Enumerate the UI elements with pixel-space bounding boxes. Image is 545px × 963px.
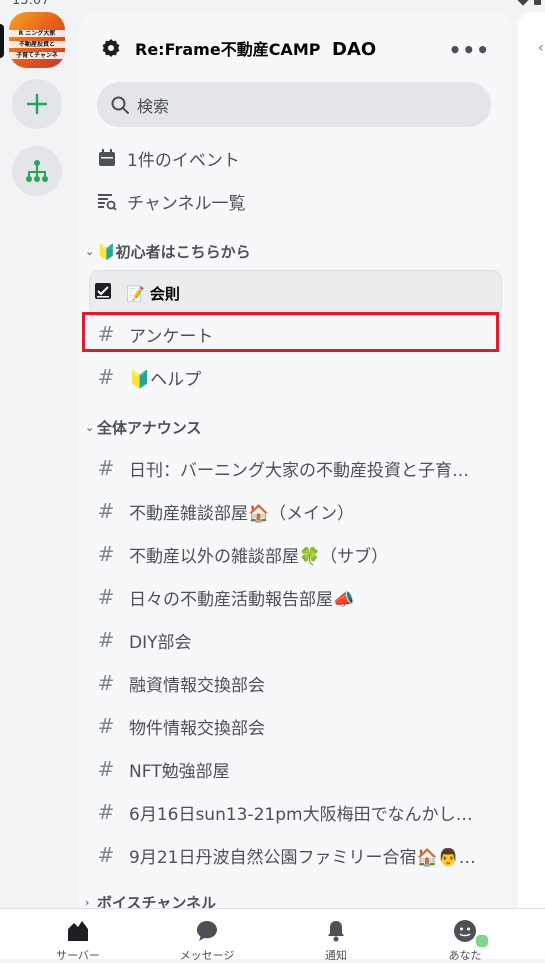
tab-label: メッセージ	[179, 949, 235, 962]
category-header[interactable]: › ボイスチャンネル	[85, 889, 217, 909]
hash-icon: #	[97, 499, 115, 523]
hierarchy-icon	[26, 160, 48, 182]
server-name-suffix: DAO	[332, 39, 377, 60]
server-avatar-text-3: 子育てチャンネ	[16, 52, 58, 59]
channel-item[interactable]: # NFT勉強部屋	[93, 749, 497, 789]
channel-list-label: チャンネル一覧	[127, 193, 246, 214]
channel-label: NFT勉強部屋	[129, 761, 230, 782]
events-label: 1件のイベント	[127, 150, 240, 171]
channel-label: 日刊：バーニング大家の不動産投資と子育…	[129, 460, 469, 481]
channel-item-help[interactable]: # 🔰ヘルプ	[93, 357, 497, 397]
channel-item[interactable]: # 日刊：バーニング大家の不動産投資と子育…	[93, 448, 497, 488]
chevron-down-icon: ⌄	[85, 420, 95, 434]
server-icon	[68, 921, 88, 941]
server-rail: R ニング大家 不動産投資と 子育てチャンネ	[0, 0, 76, 908]
server-avatar-text-2: 不動産投資と	[18, 41, 55, 48]
channel-label: 6月16日sun13-21pm大阪梅田でなんかしよ！	[129, 804, 489, 825]
category-label: 全体アナウンス	[97, 418, 202, 437]
server-header[interactable]: Re:Frame不動産CAMP DAO •••	[79, 12, 512, 82]
hash-icon: #	[97, 542, 115, 566]
signal-icon	[517, 0, 529, 6]
hash-icon: #	[97, 585, 115, 609]
tab-label: 通知	[325, 949, 347, 962]
channel-item[interactable]: # 日々の不動産活動報告部屋📣	[93, 577, 497, 617]
chat-peek-panel[interactable]: ‹	[518, 12, 545, 908]
add-server-button[interactable]	[12, 79, 62, 129]
hash-icon: #	[97, 714, 115, 738]
status-bar: 13:07	[0, 0, 545, 10]
channel-item[interactable]: # 9月21日丹波自然公園ファミリー合宿🏠👨…	[93, 835, 497, 875]
server-badge-icon	[102, 39, 120, 57]
channel-item[interactable]: # DIY部会	[93, 620, 497, 660]
search-icon	[111, 96, 129, 114]
bell-icon	[328, 921, 344, 942]
hash-icon: #	[97, 843, 115, 867]
search-placeholder: 検索	[137, 96, 170, 116]
channel-item-survey[interactable]: # アンケート	[93, 314, 497, 354]
channel-label: 不動産雑談部屋🏠（メイン）	[129, 503, 355, 524]
channel-panel: Re:Frame不動産CAMP DAO ••• 検索 1件のイベント チャンネル…	[79, 12, 512, 908]
more-options-icon[interactable]: •••	[449, 38, 490, 62]
hash-icon: #	[97, 322, 115, 346]
channel-item-rules[interactable]: 📝 会則	[89, 270, 502, 316]
channel-label: 日々の不動産活動報告部屋📣	[129, 589, 355, 610]
message-icon	[197, 921, 217, 941]
server-name-main: Re:Frame不動産CAMP	[135, 40, 321, 59]
channel-label: 不動産以外の雑談部屋🍀（サブ）	[129, 546, 389, 567]
hash-icon: #	[97, 800, 115, 824]
channel-list-row[interactable]: チャンネル一覧	[97, 181, 497, 221]
tab-you[interactable]: あなた	[415, 909, 515, 962]
channel-label: 物件情報交換部会	[129, 718, 265, 739]
chevron-right-icon: ›	[85, 895, 90, 909]
channel-item[interactable]: # 不動産雑談部屋🏠（メイン）	[93, 491, 497, 531]
server-name: Re:Frame不動産CAMP DAO	[135, 36, 376, 60]
tab-label: サーバー	[56, 949, 100, 962]
hash-icon: #	[97, 456, 115, 480]
hash-icon: #	[97, 628, 115, 652]
tab-notifications[interactable]: 通知	[286, 909, 386, 962]
tab-servers[interactable]: サーバー	[28, 909, 128, 962]
events-row[interactable]: 1件のイベント	[97, 138, 497, 178]
plus-icon	[26, 93, 48, 115]
channel-item[interactable]: # 6月16日sun13-21pm大阪梅田でなんかしよ！	[93, 792, 497, 832]
active-server-indicator	[0, 24, 4, 58]
channel-label: DIY部会	[129, 632, 192, 653]
channel-item[interactable]: # 融資情報交換部会	[93, 663, 497, 703]
chevron-left-icon: ‹	[538, 40, 544, 56]
hash-icon: #	[97, 757, 115, 781]
calendar-icon	[97, 148, 117, 168]
online-status-icon	[474, 933, 490, 949]
hash-icon: #	[97, 671, 115, 695]
bottom-nav: サーバー メッセージ 通知 あなた	[0, 908, 545, 962]
rules-checkbox-icon	[90, 281, 116, 305]
channel-browse-icon	[97, 191, 117, 211]
discover-servers-button[interactable]	[12, 146, 62, 196]
category-header[interactable]: ⌄ 🔰初心者はこちらから	[85, 238, 251, 264]
hash-icon: #	[97, 365, 115, 389]
channel-item[interactable]: # 物件情報交換部会	[93, 706, 497, 746]
category-label: ボイスチャンネル	[97, 893, 217, 909]
chevron-down-icon: ⌄	[85, 244, 95, 258]
search-bar[interactable]: 検索	[97, 82, 491, 127]
category-header[interactable]: ⌄ 全体アナウンス	[85, 414, 201, 440]
server-avatar-text-1: R ニング大家	[18, 30, 56, 37]
server-avatar[interactable]: R ニング大家 不動産投資と 子育てチャンネ	[9, 12, 65, 68]
tab-label: あなた	[448, 949, 482, 962]
channel-item[interactable]: # 不動産以外の雑談部屋🍀（サブ）	[93, 534, 497, 574]
channel-label: 📝 会則	[126, 284, 180, 303]
category-label: 🔰初心者はこちらから	[97, 242, 251, 261]
channel-label: 🔰ヘルプ	[129, 369, 202, 390]
channel-label: 融資情報交換部会	[129, 675, 265, 696]
battery-icon	[534, 0, 541, 5]
channel-label: 9月21日丹波自然公園ファミリー合宿🏠👨…	[129, 847, 476, 868]
channel-label: アンケート	[129, 326, 214, 347]
tab-messages[interactable]: メッセージ	[157, 909, 257, 962]
